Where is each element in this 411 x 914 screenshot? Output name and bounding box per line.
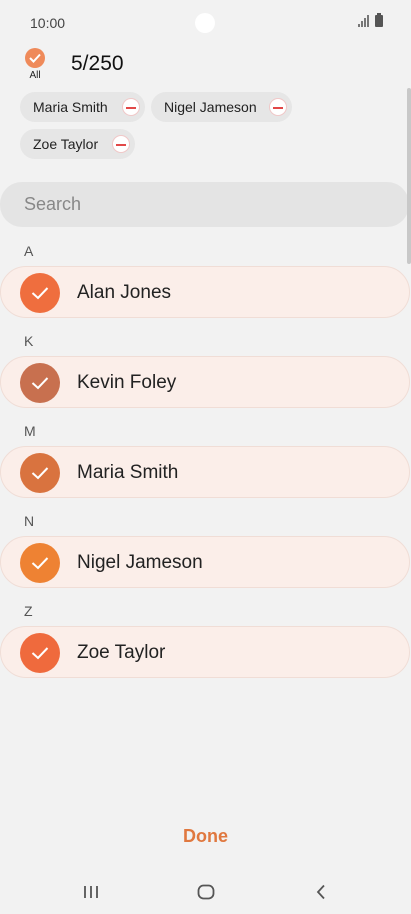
checked-avatar-icon — [20, 633, 60, 673]
status-icons — [358, 13, 383, 27]
contact-row-kevin-foley[interactable]: Kevin Foley — [0, 356, 410, 408]
contact-row-maria-smith[interactable]: Maria Smith — [0, 446, 410, 498]
contact-name: Zoe Taylor — [77, 642, 166, 663]
done-button[interactable]: Done — [0, 826, 411, 847]
home-icon[interactable] — [191, 880, 221, 904]
chip-maria-smith[interactable]: Maria Smith — [20, 92, 145, 122]
section-letter: M — [24, 423, 36, 439]
camera-cutout — [195, 13, 215, 33]
contact-name: Maria Smith — [77, 462, 179, 483]
selection-counter: 5/250 — [71, 52, 124, 75]
select-all-label: All — [29, 70, 41, 81]
signal-icon — [358, 15, 369, 27]
checked-avatar-icon — [20, 453, 60, 493]
status-time: 10:00 — [30, 15, 66, 31]
scrollbar[interactable] — [407, 88, 411, 264]
checked-avatar-icon — [20, 273, 60, 313]
section-letter: Z — [24, 603, 33, 619]
contact-name: Nigel Jameson — [77, 552, 203, 573]
navigation-bar — [0, 870, 411, 914]
chip-label: Nigel Jameson — [164, 99, 257, 115]
contact-row-nigel-jameson[interactable]: Nigel Jameson — [0, 536, 410, 588]
recent-apps-icon[interactable] — [76, 880, 106, 904]
battery-icon — [375, 13, 383, 27]
section-letter: A — [24, 243, 34, 259]
minus-circle-icon[interactable] — [122, 98, 140, 116]
section-letter: K — [24, 333, 34, 349]
minus-circle-icon[interactable] — [269, 98, 287, 116]
contact-name: Alan Jones — [77, 282, 172, 303]
section-letter: N — [24, 513, 35, 529]
chip-nigel-jameson[interactable]: Nigel Jameson — [151, 92, 292, 122]
check-circle-icon — [25, 48, 45, 68]
select-all-checkbox[interactable]: All — [22, 48, 48, 81]
chip-zoe-taylor[interactable]: Zoe Taylor — [20, 129, 135, 159]
minus-circle-icon[interactable] — [112, 135, 130, 153]
chip-label: Zoe Taylor — [33, 136, 99, 152]
checked-avatar-icon — [20, 543, 60, 583]
chip-label: Maria Smith — [33, 99, 108, 115]
checked-avatar-icon — [20, 363, 60, 403]
back-icon[interactable] — [306, 880, 336, 904]
status-bar: 10:00 — [0, 0, 411, 46]
search-input[interactable] — [0, 182, 409, 227]
contact-name: Kevin Foley — [77, 372, 177, 393]
contact-row-alan-jones[interactable]: Alan Jones — [0, 266, 410, 318]
contact-row-zoe-taylor[interactable]: Zoe Taylor — [0, 626, 410, 678]
